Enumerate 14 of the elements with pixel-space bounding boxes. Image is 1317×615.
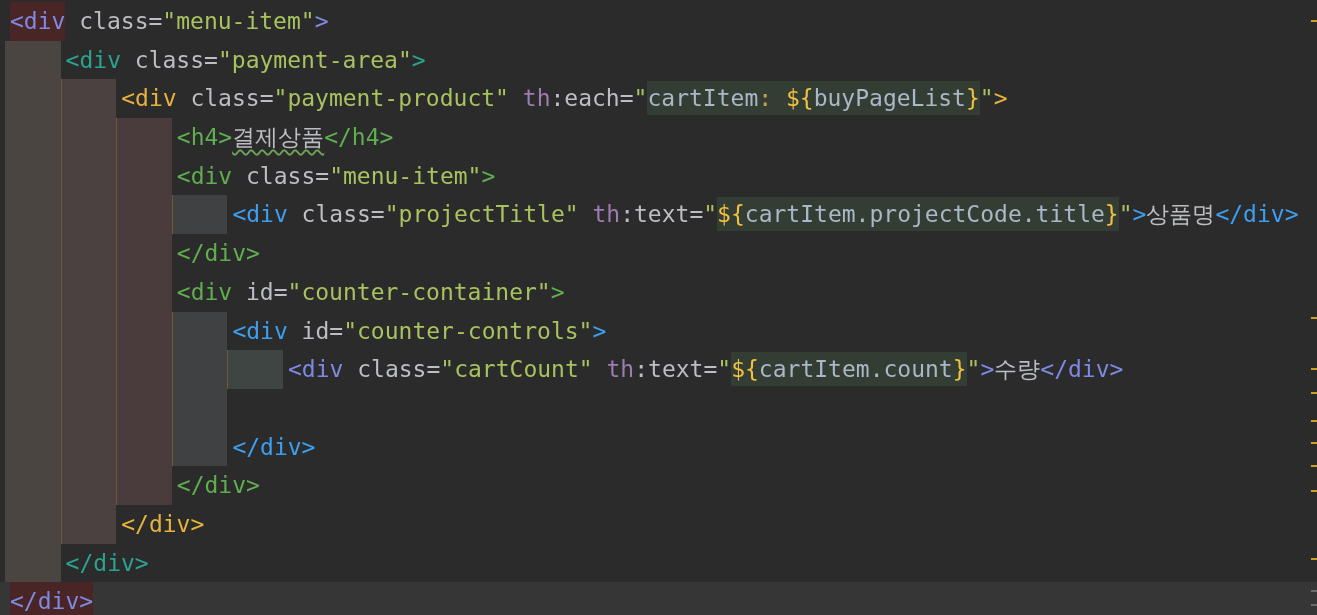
code-line: </div> — [120, 509, 205, 539]
code-line: <div class="cartCount" th:text="${cartItem.count}">수량</div> — [282, 350, 1124, 389]
code-line: <div class="payment-area"> — [64, 45, 426, 75]
code-line: </div> — [175, 239, 260, 269]
code-line: <div id="counter-container"> — [175, 277, 565, 307]
code-line: </div> — [64, 548, 149, 578]
code-line: <div class="payment-product" th:each="cartItem: ${buyPageList}"> — [116, 79, 1008, 119]
code-line: </div> — [231, 432, 316, 462]
code-line: <div class="menu-item"> — [5, 2, 329, 41]
code-line: </div> — [175, 471, 260, 501]
code-line: <h4>결제상품</h4> — [175, 123, 394, 153]
code-line: <div class="menu-item"> — [175, 161, 496, 191]
code-line: <div class="projectTitle" th:text="${cartItem.projectCode.title}">상품명</div> — [227, 195, 1299, 235]
code-line: <div id="counter-controls"> — [231, 316, 607, 346]
